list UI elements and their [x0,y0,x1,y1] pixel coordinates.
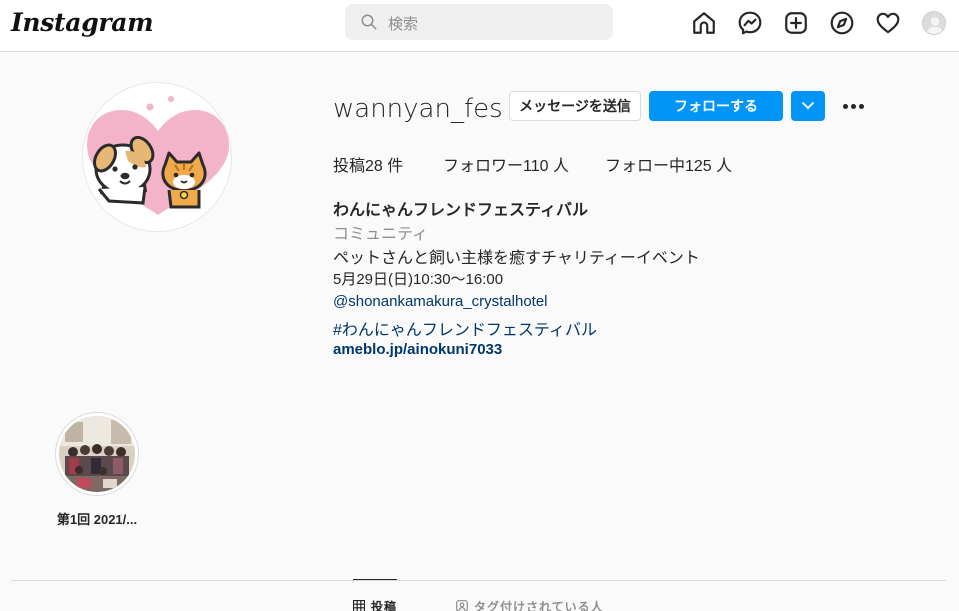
highlight-label: 第1回 2021/... [56,512,138,527]
more-options-icon[interactable] [842,97,866,115]
activity-heart-icon[interactable] [875,10,901,36]
followers-count[interactable]: フォロワー110 人 [443,152,569,176]
instagram-logo[interactable]: Instagram [11,8,154,37]
dog-cat-heart-logo [83,83,231,231]
profile-username: wannyan_fes [333,94,503,124]
tabs-divider [11,580,946,581]
highlight-cover-image [59,416,135,492]
new-post-icon[interactable] [783,10,809,36]
bio-line: ペットさんと飼い主様を癒すチャリティーイベント [333,250,700,267]
active-tab-indicator [353,579,397,580]
bio-mention-link[interactable]: @shonankamakura_crystalhotel [333,293,548,310]
send-message-button[interactable]: メッセージを送信 [509,91,641,121]
tab-posts-label: 投稿 [371,600,398,611]
tab-posts[interactable]: 投稿 [353,598,397,611]
grid-icon [353,600,365,611]
top-navigation-bar: Instagram 検索 [0,0,959,52]
website-link[interactable]: ameblo.jp/ainokuni7033 [333,341,502,358]
bio-line-date: 5月29日(日)10:30〜16:00 [333,271,504,288]
home-icon[interactable] [691,10,717,36]
category-label: コミュニティ [333,226,429,243]
full-name: わんにゃんフレンドフェスティバル [333,202,589,219]
messenger-icon[interactable] [737,10,763,36]
search-icon [361,14,377,30]
tag-user-icon [456,600,468,611]
posts-count: 投稿28 件 [333,158,404,175]
search-placeholder: 検索 [388,16,419,33]
profile-avatar-icon[interactable] [922,11,946,35]
search-input[interactable]: 検索 [345,4,613,40]
follow-button[interactable]: フォローする [649,91,783,121]
highlight-cover-ring [55,412,139,496]
following-count[interactable]: フォロー中125 人 [605,152,732,176]
bio-hashtag-link[interactable]: #わんにゃんフレンドフェスティバル [333,316,597,340]
suggested-accounts-dropdown-button[interactable] [791,91,825,121]
chevron-down-icon [802,102,814,109]
tab-tagged[interactable]: タグ付けされている人 [456,598,604,611]
tab-tagged-label: タグ付けされている人 [474,600,604,611]
explore-icon[interactable] [829,10,855,36]
story-highlight[interactable]: 第1回 2021/... [55,412,139,528]
profile-picture[interactable] [82,82,232,232]
